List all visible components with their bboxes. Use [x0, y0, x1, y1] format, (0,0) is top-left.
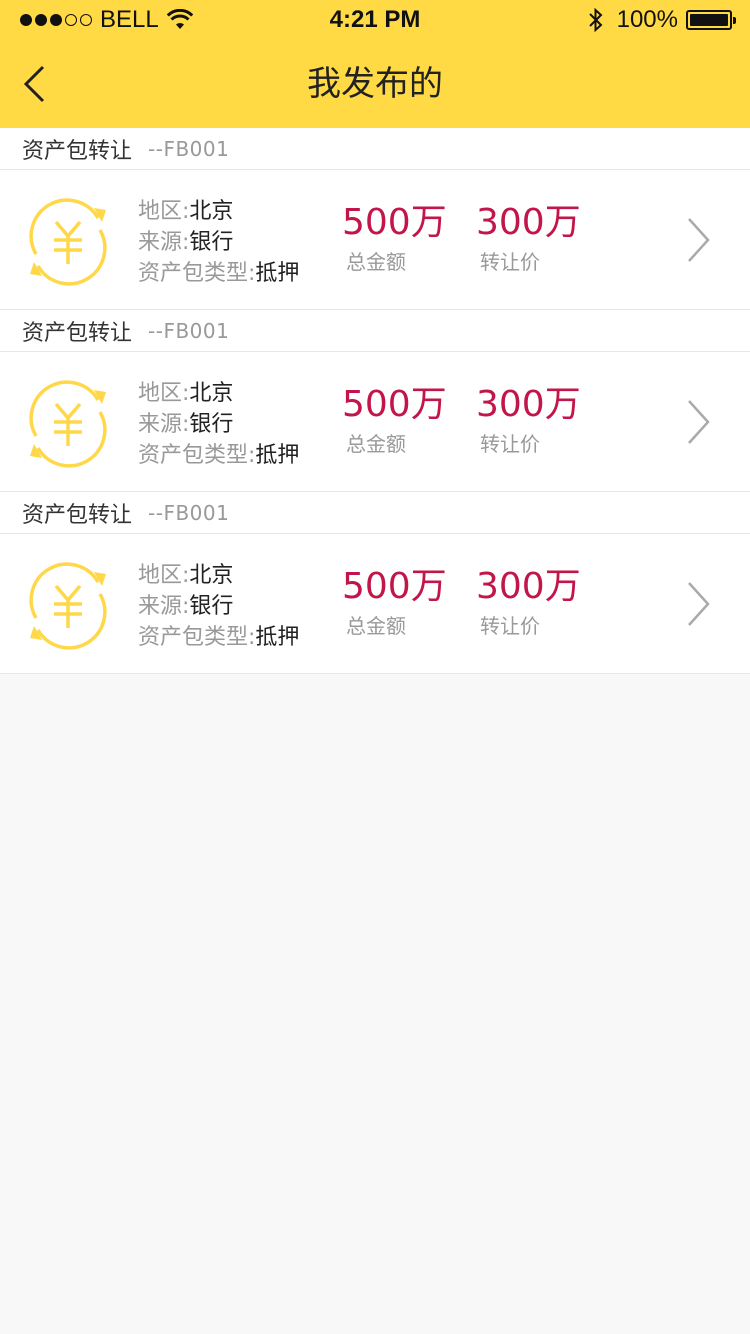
type-label: 资产包类型: — [138, 443, 256, 468]
transfer-price: 300万 转让价 — [476, 384, 581, 457]
item-info: 地区:北京 来源:银行 资产包类型:抵押 — [138, 378, 299, 471]
total-amount-caption: 总金额 — [346, 432, 406, 456]
group-header: 资产包转让 --FB001 — [0, 310, 750, 352]
total-amount-value: 500万 — [342, 566, 447, 607]
asset-package-item[interactable]: 地区:北京 来源:银行 资产包类型:抵押 500万 总金额 300万 转让价 — [0, 352, 750, 492]
type-value: 抵押 — [255, 625, 300, 650]
total-amount-value: 500万 — [342, 202, 447, 243]
asset-package-item[interactable]: 地区:北京 来源:银行 资产包类型:抵押 500万 总金额 300万 转让价 — [0, 170, 750, 310]
type-label: 资产包类型: — [138, 625, 256, 650]
group-header: 资产包转让 --FB001 — [0, 492, 750, 534]
region-label: 地区: — [138, 563, 190, 588]
published-list: 资产包转让 --FB001 地区:北京 来源:银行 资产包类型:抵押 500万 … — [0, 128, 750, 674]
total-amount: 500万 总金额 — [342, 566, 447, 639]
status-bar: BELL 4:21 PM 100% — [0, 0, 750, 40]
asset-package-item[interactable]: 地区:北京 来源:银行 资产包类型:抵押 500万 总金额 300万 转让价 — [0, 534, 750, 674]
group-code: --FB001 — [148, 500, 230, 525]
transfer-price-value: 300万 — [476, 384, 581, 425]
group-header: 资产包转让 --FB001 — [0, 128, 750, 170]
region-value: 北京 — [189, 199, 234, 224]
region-value: 北京 — [189, 381, 234, 406]
source-value: 银行 — [189, 412, 234, 437]
transfer-price-value: 300万 — [476, 566, 581, 607]
region-label: 地区: — [138, 381, 190, 406]
group-code: --FB001 — [148, 136, 230, 161]
battery-icon — [686, 10, 736, 30]
source-label: 来源: — [138, 412, 190, 437]
type-label: 资产包类型: — [138, 261, 256, 286]
item-info: 地区:北京 来源:银行 资产包类型:抵押 — [138, 196, 299, 289]
type-value: 抵押 — [255, 443, 300, 468]
bluetooth-icon — [588, 7, 603, 33]
battery-percent: 100% — [616, 6, 678, 33]
yuan-coin-icon — [29, 198, 107, 286]
type-value: 抵押 — [255, 261, 300, 286]
source-label: 来源: — [138, 230, 190, 255]
transfer-price-caption: 转让价 — [480, 432, 540, 456]
total-amount: 500万 总金额 — [342, 202, 447, 275]
transfer-price-caption: 转让价 — [480, 614, 540, 638]
source-label: 来源: — [138, 594, 190, 619]
transfer-price-value: 300万 — [476, 202, 581, 243]
transfer-price-caption: 转让价 — [480, 250, 540, 274]
transfer-price: 300万 转让价 — [476, 202, 581, 275]
total-amount-value: 500万 — [342, 384, 447, 425]
source-value: 银行 — [189, 594, 234, 619]
group-title: 资产包转让 — [22, 320, 133, 346]
status-right: 100% — [587, 6, 736, 34]
item-info: 地区:北京 来源:银行 资产包类型:抵押 — [138, 560, 299, 653]
page-title: 我发布的 — [307, 64, 443, 104]
transfer-price: 300万 转让价 — [476, 566, 581, 639]
region-label: 地区: — [138, 199, 190, 224]
yuan-coin-icon — [29, 380, 107, 468]
chevron-right-icon — [688, 218, 710, 262]
source-value: 银行 — [189, 230, 234, 255]
yuan-coin-icon — [29, 562, 107, 650]
chevron-right-icon — [688, 400, 710, 444]
region-value: 北京 — [189, 563, 234, 588]
total-amount: 500万 总金额 — [342, 384, 447, 457]
total-amount-caption: 总金额 — [346, 614, 406, 638]
total-amount-caption: 总金额 — [346, 250, 406, 274]
group-code: --FB001 — [148, 318, 230, 343]
nav-bar: 我发布的 — [0, 40, 750, 128]
group-title: 资产包转让 — [22, 502, 133, 528]
group-title: 资产包转让 — [22, 138, 133, 164]
chevron-right-icon — [688, 582, 710, 626]
